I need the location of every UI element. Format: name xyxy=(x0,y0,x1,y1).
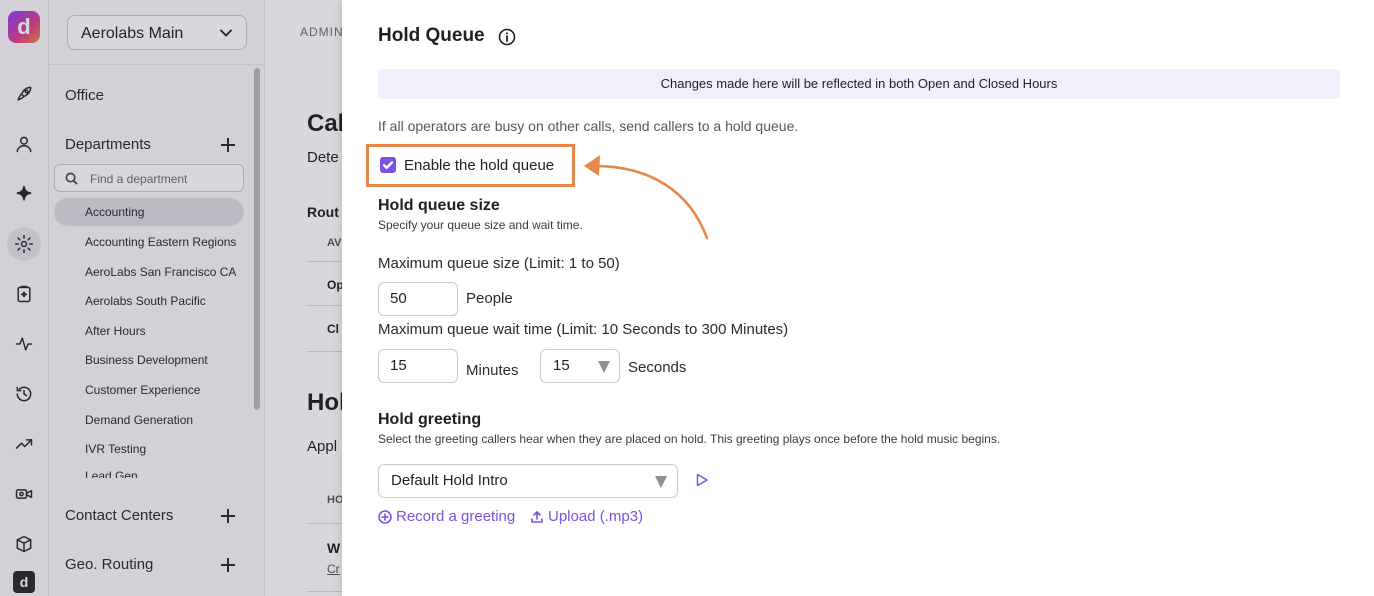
play-greeting-icon[interactable] xyxy=(694,472,710,488)
wait-seconds-select[interactable]: 15 xyxy=(540,349,620,383)
hold-queue-drawer: Hold Queue Changes made here will be ref… xyxy=(342,0,1374,596)
record-greeting-label: Record a greeting xyxy=(396,508,516,525)
queue-size-heading: Hold queue size xyxy=(378,197,500,214)
hold-greeting-subtitle: Select the greeting callers hear when th… xyxy=(378,432,1001,446)
greeting-select[interactable]: Default Hold Intro xyxy=(378,464,678,498)
enable-hold-queue-checkbox[interactable] xyxy=(380,157,396,173)
greeting-value: Default Hold Intro xyxy=(391,472,508,489)
hold-greeting-heading: Hold greeting xyxy=(378,411,482,428)
max-queue-size-label: Maximum queue size (Limit: 1 to 50) xyxy=(378,255,620,272)
info-icon[interactable] xyxy=(498,28,516,46)
check-icon xyxy=(382,161,394,169)
record-greeting-link[interactable]: Record a greeting xyxy=(378,508,515,525)
overlay-backdrop[interactable] xyxy=(0,0,342,596)
upload-icon xyxy=(531,510,543,523)
minutes-unit: Minutes xyxy=(466,362,519,379)
max-queue-size-input[interactable]: 50 xyxy=(378,282,458,316)
queue-size-subtitle: Specify your queue size and wait time. xyxy=(378,218,583,232)
max-wait-time-label: Maximum queue wait time (Limit: 10 Secon… xyxy=(378,321,789,338)
info-banner: Changes made here will be reflected in b… xyxy=(378,69,1340,99)
add-circle-icon xyxy=(378,509,392,524)
enable-hold-queue-label[interactable]: Enable the hold queue xyxy=(404,157,554,174)
annotation-arrow-icon xyxy=(584,155,709,240)
people-unit: People xyxy=(466,290,513,307)
wait-minutes-input[interactable]: 15 xyxy=(378,349,458,383)
dropdown-caret-icon xyxy=(655,476,667,488)
hold-queue-description: If all operators are busy on other calls… xyxy=(378,118,799,134)
drawer-title: Hold Queue xyxy=(378,25,485,46)
seconds-unit: Seconds xyxy=(628,359,687,376)
upload-mp3-link[interactable]: Upload (.mp3) xyxy=(530,508,643,525)
wait-seconds-value: 15 xyxy=(553,357,570,374)
upload-mp3-label: Upload (.mp3) xyxy=(548,508,644,525)
dropdown-caret-icon xyxy=(598,361,610,373)
